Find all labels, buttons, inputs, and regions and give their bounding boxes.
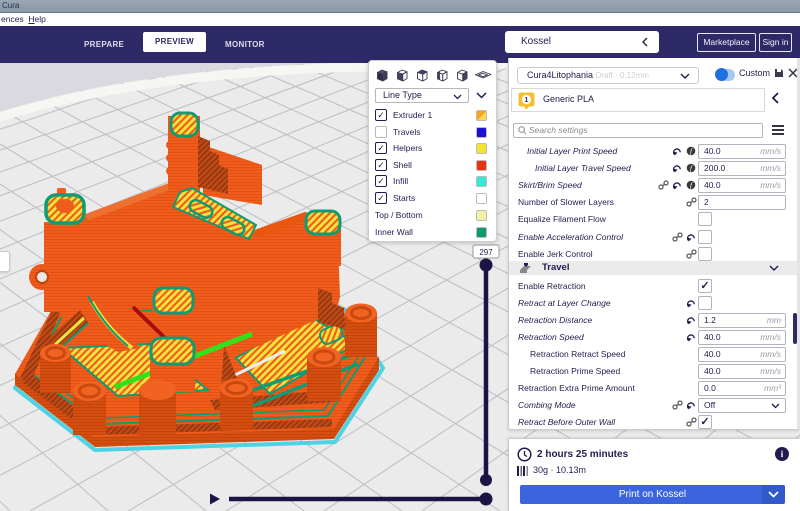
svg-text:1: 1 bbox=[525, 97, 529, 104]
svg-text:297: 297 bbox=[479, 248, 493, 257]
